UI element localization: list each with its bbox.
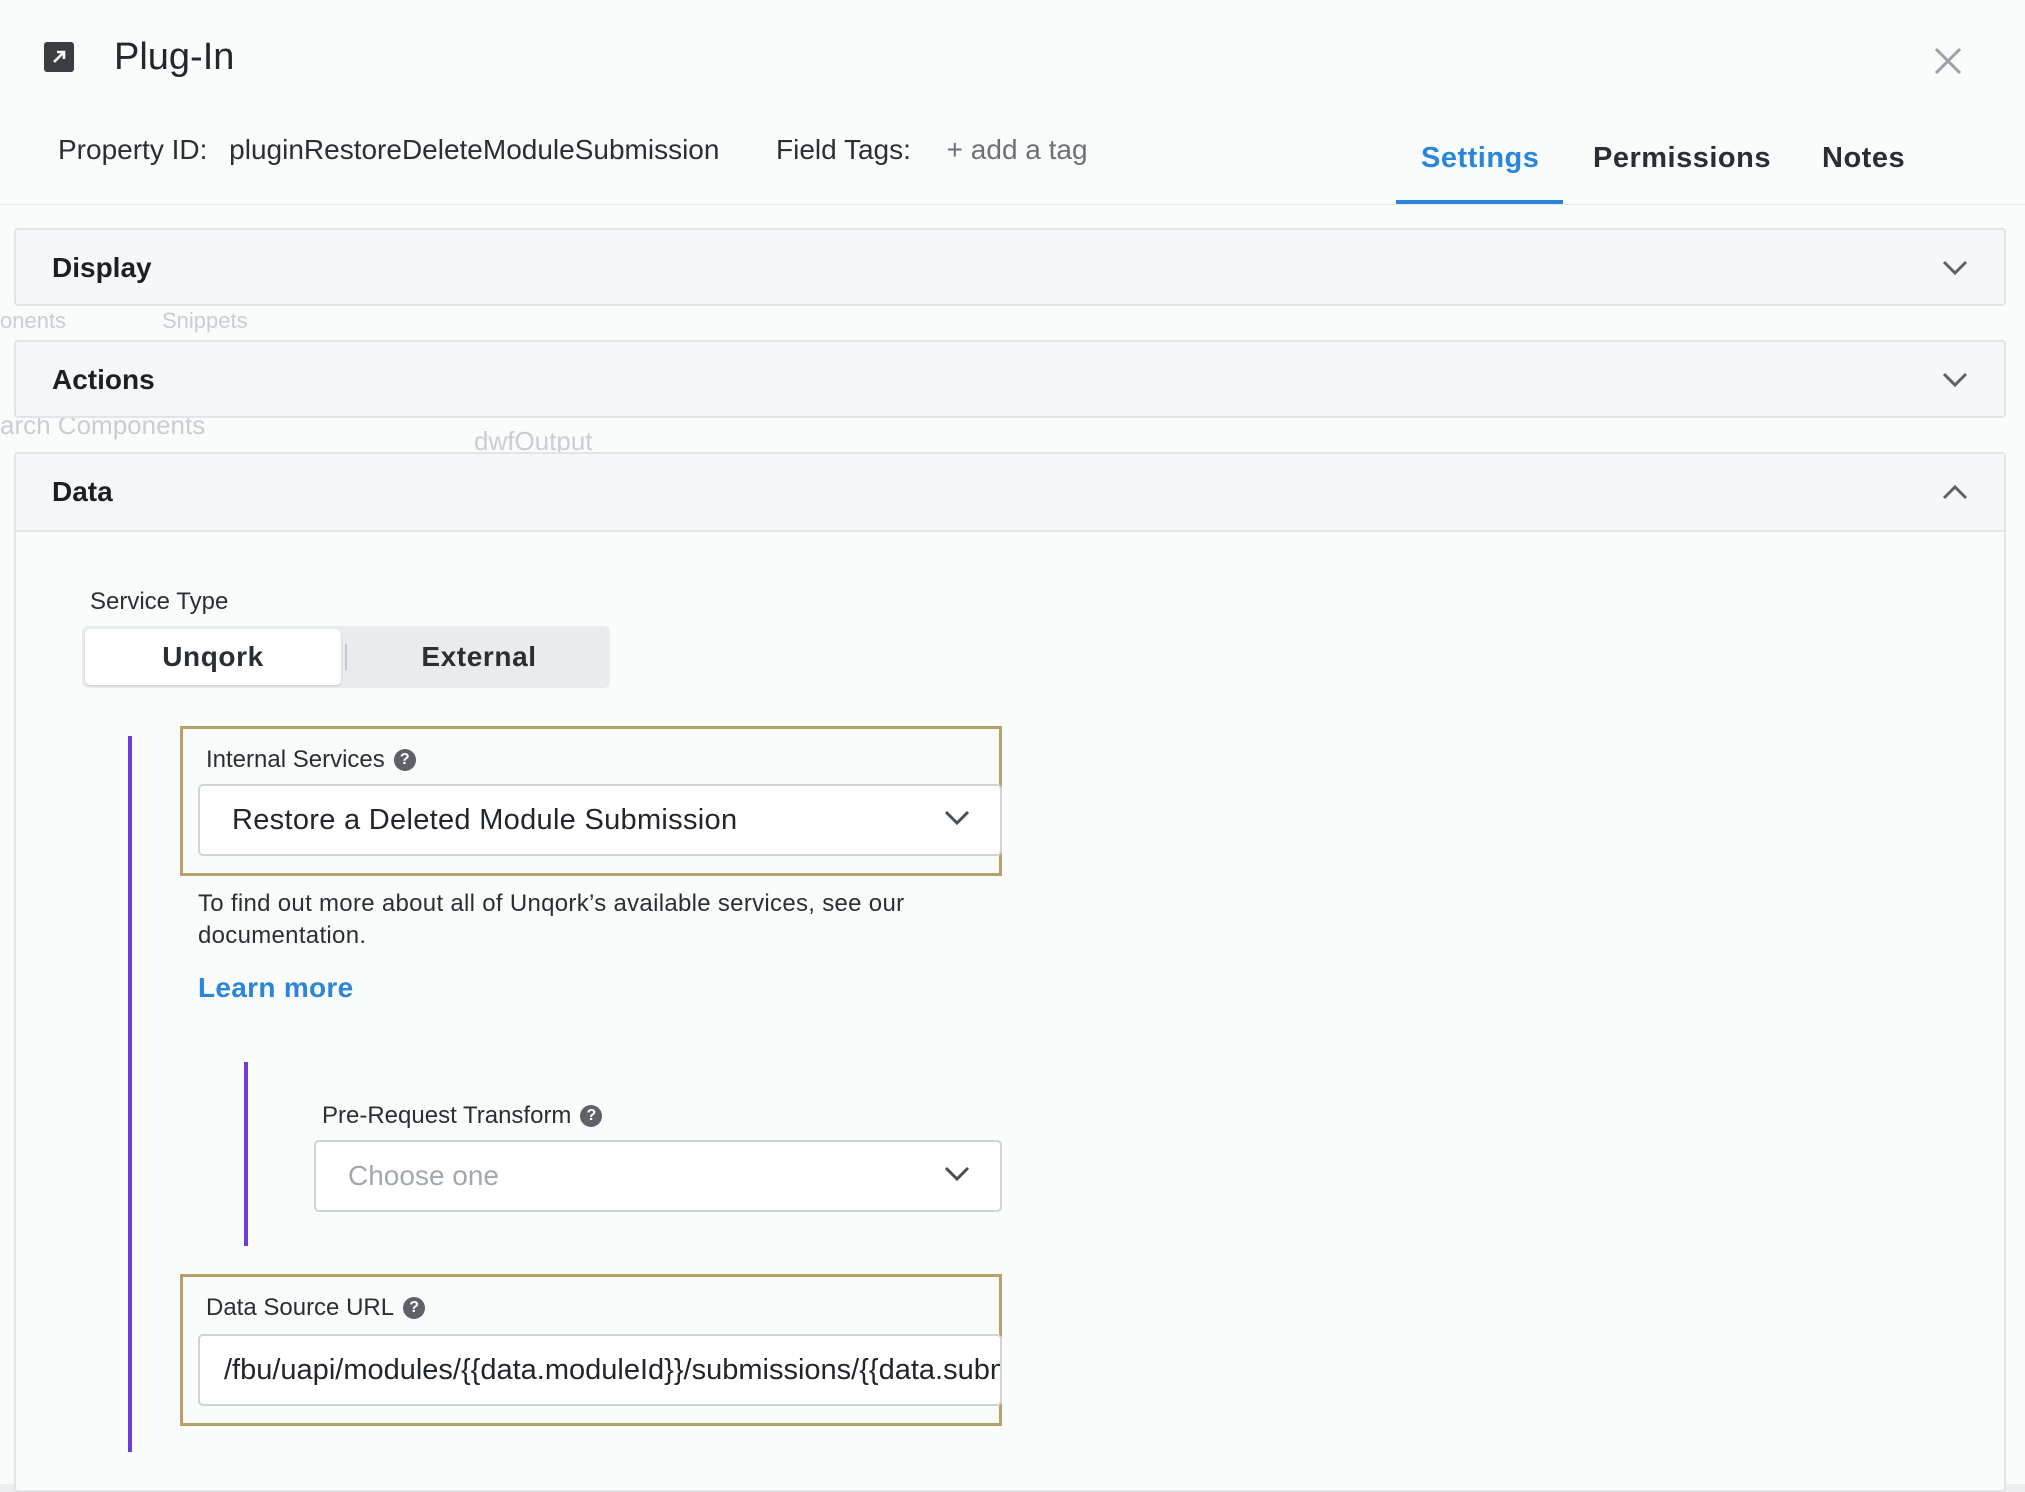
- service-type-external-button[interactable]: External: [348, 629, 610, 685]
- chevron-down-icon: [944, 1166, 970, 1187]
- chevron-down-icon: [944, 810, 970, 831]
- add-tag-link[interactable]: + add a tag: [947, 134, 1088, 165]
- nesting-line: [128, 736, 132, 1452]
- pre-request-label-text: Pre-Request Transform: [322, 1102, 572, 1129]
- tab-settings[interactable]: Settings: [1421, 142, 1539, 175]
- bg-snippets-tab: Snippets: [162, 308, 248, 333]
- pre-request-label: Pre-Request Transform ?: [322, 1102, 603, 1130]
- section-actions-title: Actions: [52, 364, 155, 395]
- property-id-label: Property ID:: [58, 134, 208, 165]
- internal-services-label: Internal Services ?: [206, 746, 416, 774]
- learn-more-link[interactable]: Learn more: [198, 972, 354, 1004]
- property-id: Property ID: pluginRestoreDeleteModuleSu…: [58, 134, 719, 166]
- chevron-up-icon: [1940, 477, 1970, 507]
- active-tab-indicator: [1396, 200, 1563, 204]
- tab-notes[interactable]: Notes: [1822, 142, 1905, 175]
- section-display-header[interactable]: Display: [16, 230, 2004, 306]
- service-type-label: Service Type: [90, 588, 229, 615]
- field-tags: Field Tags: + add a tag: [776, 134, 1088, 166]
- section-data: Data Service Type Unqork External Intern…: [14, 452, 2006, 1492]
- section-actions-header[interactable]: Actions: [16, 342, 2004, 418]
- internal-services-value: Restore a Deleted Module Submission: [232, 803, 738, 836]
- internal-services-label-text: Internal Services: [206, 746, 385, 773]
- help-icon[interactable]: ?: [393, 749, 416, 771]
- modal-title: Plug-In: [114, 36, 235, 78]
- section-data-title: Data: [52, 476, 113, 507]
- data-source-label: Data Source URL ?: [206, 1294, 426, 1322]
- pre-request-placeholder: Choose one: [348, 1160, 500, 1191]
- services-help-text: To find out more about all of Unqork’s a…: [198, 890, 905, 949]
- property-id-value: pluginRestoreDeleteModuleSubmission: [229, 134, 720, 165]
- field-tags-label: Field Tags:: [776, 134, 911, 165]
- nested-line: [244, 1062, 248, 1246]
- tab-permissions[interactable]: Permissions: [1593, 142, 1771, 175]
- service-type-unqork-button[interactable]: Unqork: [85, 629, 341, 685]
- bg-components-tab: onents: [0, 308, 67, 333]
- close-icon[interactable]: [1930, 44, 1966, 80]
- external-link-icon: [44, 42, 74, 72]
- help-icon[interactable]: ?: [580, 1105, 603, 1127]
- chevron-down-icon: [1940, 253, 1970, 283]
- plugin-settings-modal: onents Snippets arch Components dwfOutpu…: [0, 0, 2025, 1492]
- toggle-divider: [345, 644, 347, 670]
- section-display[interactable]: Display: [14, 228, 2006, 306]
- chevron-down-icon: [1940, 365, 1970, 395]
- section-data-header[interactable]: Data: [16, 454, 2004, 532]
- section-display-title: Display: [52, 252, 152, 283]
- internal-services-select[interactable]: Restore a Deleted Module Submission: [198, 784, 1002, 856]
- data-source-url-input[interactable]: /fbu/uapi/modules/{{data.moduleId}}/subm…: [198, 1334, 1002, 1406]
- help-icon[interactable]: ?: [403, 1297, 426, 1319]
- data-source-label-text: Data Source URL: [206, 1294, 395, 1321]
- pre-request-select[interactable]: Choose one: [314, 1140, 1002, 1212]
- section-actions[interactable]: Actions: [14, 340, 2006, 418]
- modal-header: Plug-In Property ID: pluginRestoreDelete…: [0, 0, 2025, 205]
